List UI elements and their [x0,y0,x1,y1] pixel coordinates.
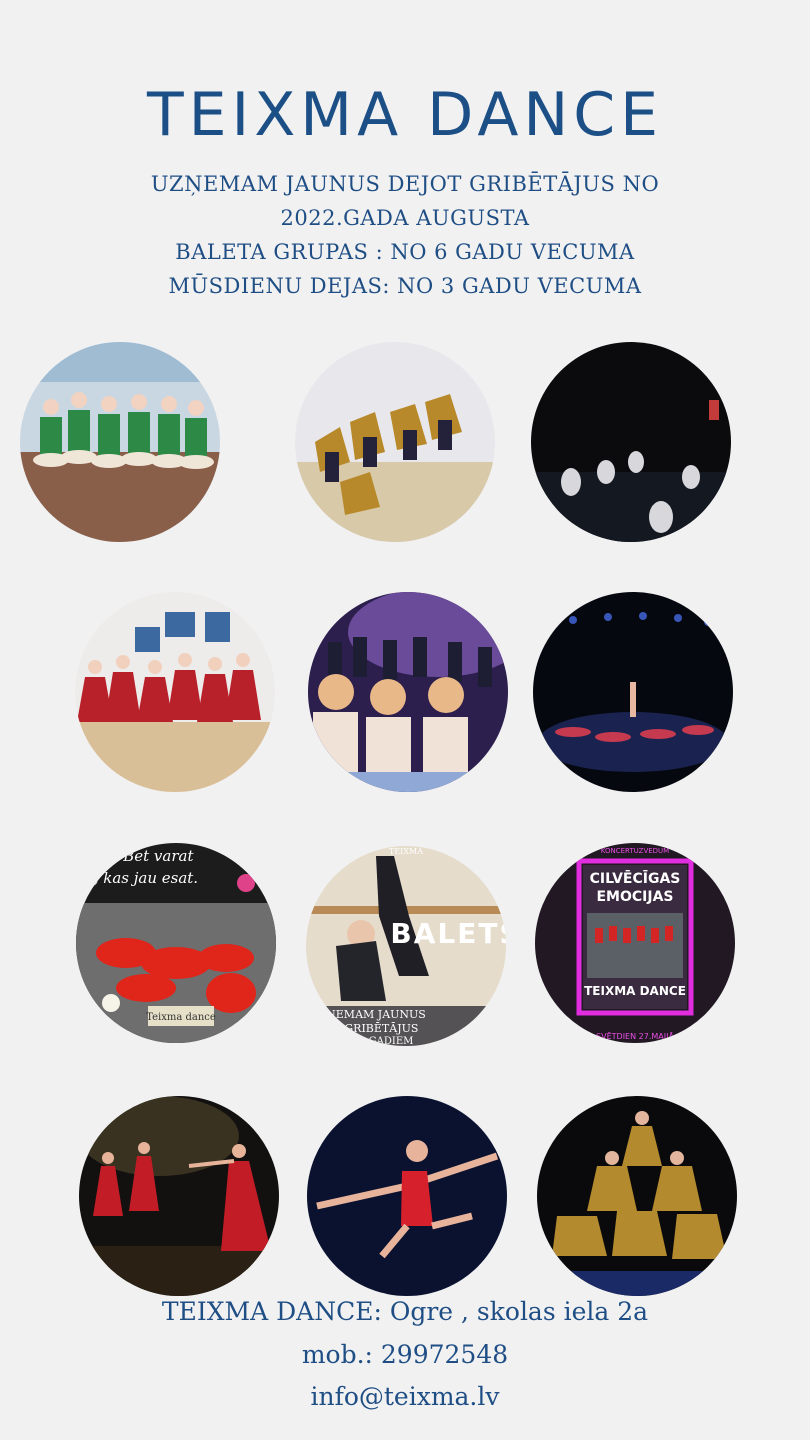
intro-line-4: MŪSDIENU DEJAS: NO 3 GADU VECUMA [168,274,642,298]
photo-poster-red-dancers: s. Bet varat s, kas jau esat. Teixma dan… [76,843,276,1043]
poster-text-line-1: s. Bet varat [106,847,194,865]
poster-brand-label: Teixma dance [146,1012,216,1023]
poster-emocijas-line-1: CILVĒCĪGAS [590,869,681,887]
photo-mustard-pyramid [537,1096,737,1296]
poster-balets-line-2: T GRIBĒTĀJUS [334,1022,419,1035]
intro-line-1: UZŅEMAM JAUNUS DEJOT GRIBĒTĀJUS NO [150,172,660,196]
poster-emocijas-brand: TEIXMA DANCE [584,984,686,998]
footer-address: TEIXMA DANCE: Ogre , skolas iela 2a [161,1297,649,1326]
photo-poster-emocijas: KONCERTUZVEDUM CILVĒCĪGAS EMOCIJAS TEIXM… [535,843,735,1043]
intro-line-3: BALETA GRUPAS : NO 6 GADU VECUMA [175,240,635,264]
footer-phone: mob.: 29972548 [301,1340,509,1369]
photo-red-ballet-line [79,1096,279,1296]
photo-poster-balets: BALETS TEIXMA NEMAM JAUNUS T GRIBĒTĀJUS … [306,846,506,1046]
page-title: TEIXMA DANCE [146,80,664,150]
poster-balets-line-1: NEMAM JAUNUS [326,1008,426,1021]
photo-leap-red-leotard [307,1096,507,1296]
poster-balets-line-3: GADIEM [369,1036,414,1046]
poster-text-line-2: s, kas jau esat. [86,869,198,887]
photo-ballet-green-costumes [20,342,220,542]
photo-mustard-costumes-group [295,342,495,542]
poster-balets-brand: TEIXMA [389,847,423,856]
poster-balets-title: BALETS [390,917,506,950]
photo-blue-lit-stage [533,592,733,792]
intro-line-2: 2022.GADA AUGUSTA [280,206,530,230]
poster-emocijas-line-2: EMOCIJAS [596,889,673,905]
photo-red-dresses-gallery [75,592,275,792]
footer-email[interactable]: info@teixma.lv [0,1382,810,1411]
poster-emocijas-date: SVĒTDIEN 27.MAIJĀ [596,1031,674,1041]
photo-dark-stage-floor-pose [531,342,731,542]
photo-kids-stage-smoke [308,592,508,792]
poster-emocijas-top: KONCERTUZVEDUM [601,847,669,855]
